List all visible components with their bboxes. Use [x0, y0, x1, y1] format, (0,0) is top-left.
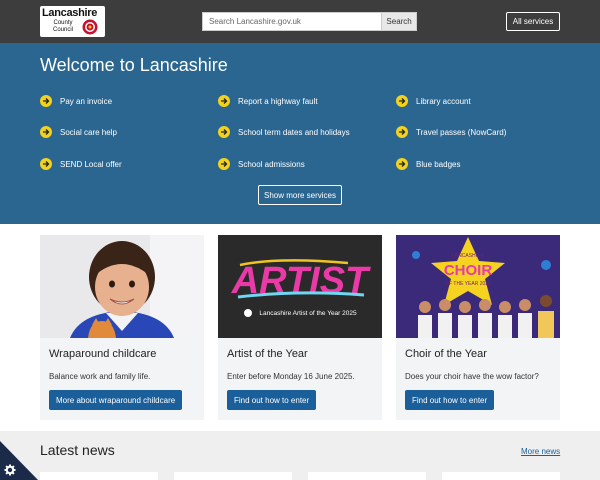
red-rose-icon — [82, 19, 98, 35]
choir-word: CHOIR — [444, 262, 493, 279]
service-link-social-care[interactable]: Social care help — [40, 126, 117, 138]
service-link-send-local-offer[interactable]: SEND Local offer — [40, 158, 122, 170]
logo-title: Lancashire — [42, 7, 98, 19]
choir-find-out-button[interactable]: Find out how to enter — [405, 390, 495, 410]
service-link-blue-badges[interactable]: Blue badges — [396, 158, 460, 170]
cookie-settings-button[interactable] — [0, 441, 38, 480]
card-artist-of-the-year: ARTIST Lancashire Artist of the Year 202… — [218, 235, 382, 420]
choir-caption: OF THE YEAR 2025 — [445, 281, 491, 287]
artist-find-out-button[interactable]: Find out how to enter — [227, 390, 317, 410]
welcome-hero: Welcome to Lancashire Pay an invoice Rep… — [0, 43, 600, 224]
show-more-services-button[interactable]: Show more services — [258, 185, 342, 205]
service-link-school-admissions[interactable]: School admissions — [218, 158, 305, 170]
card-title: Choir of the Year — [405, 348, 487, 360]
card-title: Artist of the Year — [227, 348, 308, 360]
lancashire-logo[interactable]: Lancashire County Council — [40, 6, 105, 37]
service-link-term-dates[interactable]: School term dates and holidays — [218, 126, 350, 138]
latest-news-section: Latest news More news — [0, 431, 600, 480]
card-choir-of-the-year: LANCASHIRE CHOIR OF THE YEAR 2025 Choir … — [396, 235, 560, 420]
choir-top: LANCASHIRE — [452, 253, 485, 259]
card-wraparound-childcare: Wraparound childcare Balance work and fa… — [40, 235, 204, 420]
news-card[interactable] — [308, 472, 426, 480]
news-card[interactable] — [174, 472, 292, 480]
arrow-right-icon — [40, 158, 52, 170]
artist-banner-image: ARTIST Lancashire Artist of the Year 202… — [218, 235, 382, 338]
card-title: Wraparound childcare — [49, 348, 157, 360]
search-input[interactable] — [202, 12, 382, 31]
search-button[interactable]: Search — [381, 12, 417, 31]
card-description: Does your choir have the wow factor? — [405, 372, 539, 381]
wraparound-childcare-button[interactable]: More about wraparound childcare — [49, 390, 183, 410]
choir-banner-image: LANCASHIRE CHOIR OF THE YEAR 2025 — [396, 235, 560, 338]
arrow-right-icon — [40, 126, 52, 138]
child-photo — [40, 235, 204, 338]
card-description: Enter before Monday 16 June 2025. — [227, 372, 355, 381]
more-news-link[interactable]: More news — [521, 447, 560, 456]
service-link-highway-fault[interactable]: Report a highway fault — [218, 95, 318, 107]
arrow-right-icon — [396, 126, 408, 138]
arrow-right-icon — [396, 158, 408, 170]
arrow-right-icon — [396, 95, 408, 107]
artist-caption: Lancashire Artist of the Year 2025 — [259, 310, 357, 317]
search-bar: Search — [202, 12, 417, 31]
arrow-right-icon — [218, 126, 230, 138]
arrow-right-icon — [40, 95, 52, 107]
arrow-right-icon — [218, 158, 230, 170]
news-card[interactable] — [40, 472, 158, 480]
logo-subtitle: County Council — [52, 20, 73, 33]
arrow-right-icon — [218, 95, 230, 107]
all-services-button[interactable]: All services — [506, 12, 560, 31]
news-heading: Latest news — [40, 442, 115, 458]
card-description: Balance work and family life. — [49, 372, 151, 381]
page-title: Welcome to Lancashire — [40, 55, 228, 75]
site-header: Lancashire CountyCouncil Search All serv… — [0, 0, 600, 43]
news-card[interactable] — [442, 472, 560, 480]
service-link-pay-invoice[interactable]: Pay an invoice — [40, 95, 112, 107]
service-link-travel-passes[interactable]: Travel passes (NowCard) — [396, 126, 506, 138]
service-link-library-account[interactable]: Library account — [396, 95, 471, 107]
